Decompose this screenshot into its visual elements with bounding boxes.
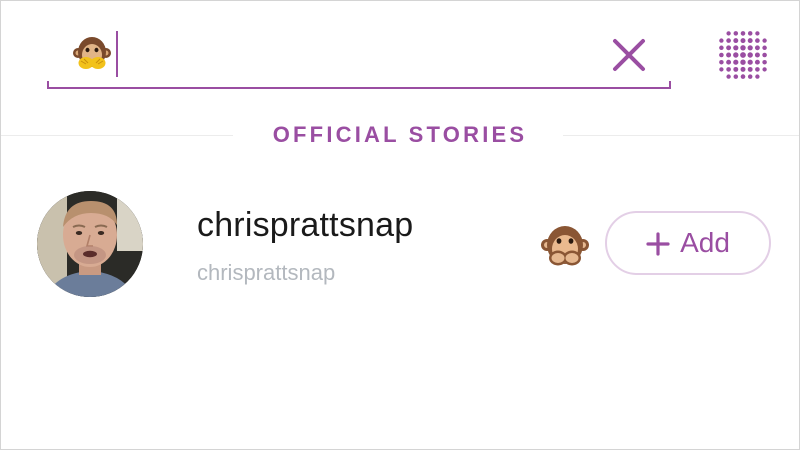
- avatar[interactable]: [37, 191, 143, 297]
- add-button-label: Add: [680, 227, 730, 258]
- section-divider: [563, 135, 799, 136]
- search-input[interactable]: [117, 29, 587, 79]
- monkey-emoji-icon: [73, 33, 111, 73]
- section-divider: [1, 135, 233, 136]
- add-button[interactable]: Add: [605, 211, 771, 275]
- dots-grid-icon[interactable]: [715, 27, 771, 83]
- close-icon[interactable]: [609, 35, 649, 75]
- plus-icon: [646, 231, 670, 256]
- username: chrisprattsnap: [197, 260, 336, 285]
- display-name: chrisprattsnap: [197, 206, 414, 244]
- search-underline: [47, 81, 671, 89]
- section-title: OFFICIAL STORIES: [272, 122, 528, 147]
- search-bar: [47, 21, 671, 89]
- app-screen: OFFICIAL STORIES chrisprattsnap chrispra…: [0, 0, 800, 450]
- monkey-emoji-icon: [541, 221, 589, 271]
- list-item[interactable]: chrisprattsnap chrisprattsnap Add: [1, 181, 799, 307]
